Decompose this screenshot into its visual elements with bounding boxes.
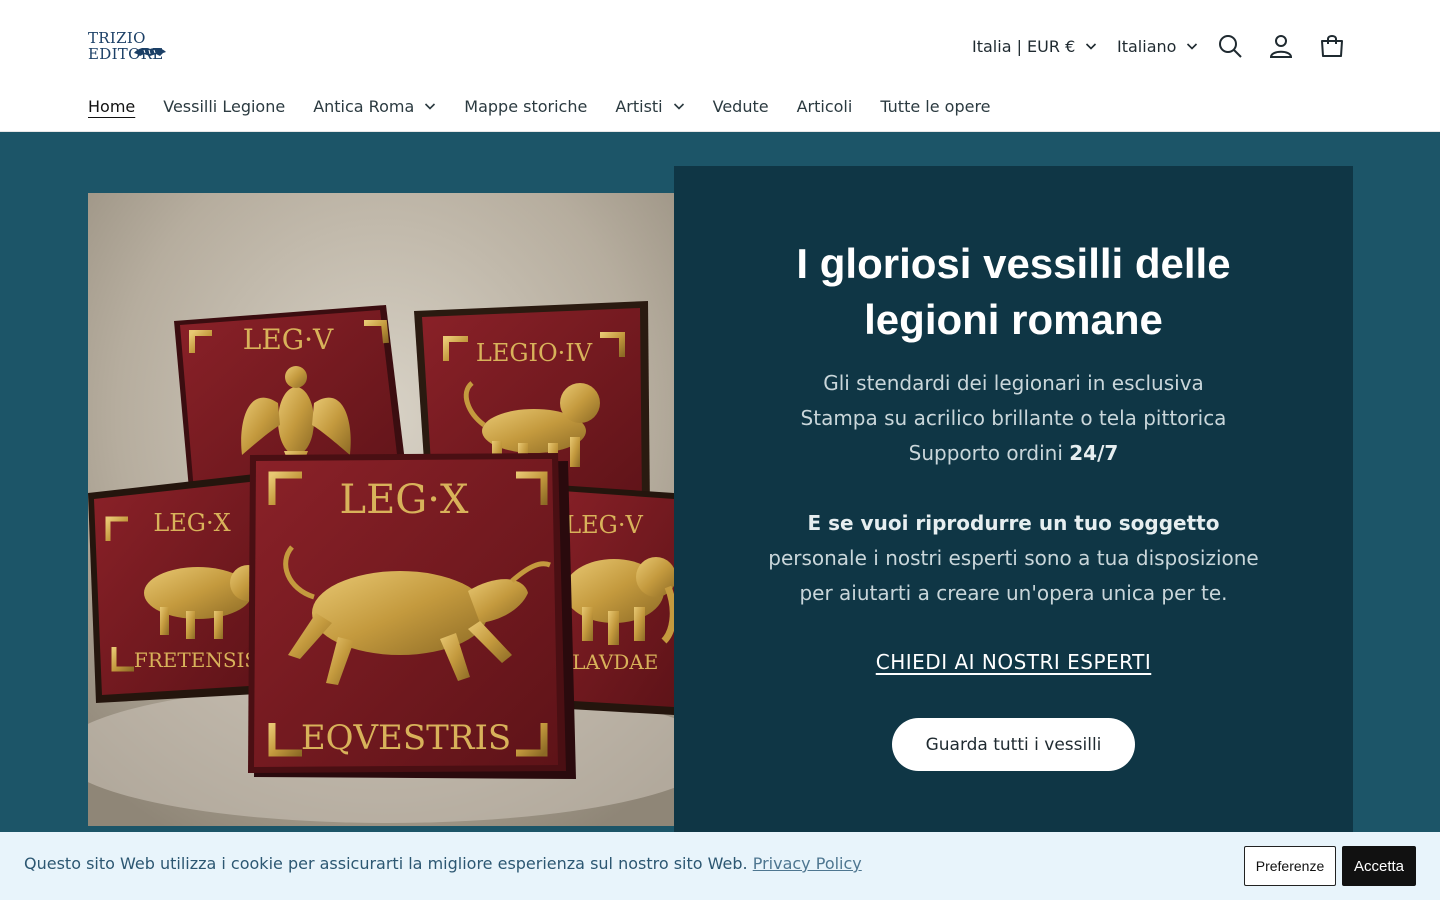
standard-leg-v-eagle-label: LEG·V <box>243 323 334 356</box>
nav-item-mappe-storiche[interactable]: Mappe storiche <box>464 97 587 116</box>
nav-item-label: Tutte le opere <box>880 96 991 116</box>
standard-leg-x-fretensis-label-bottom: FRETENSIS <box>134 648 258 672</box>
nav-item-tutte-le-opere[interactable]: Tutte le opere <box>880 97 990 116</box>
hero-line-custom-subject: E se vuoi riprodurre un tuo soggetto <box>714 506 1313 541</box>
hero-title-line-2: legioni romane <box>864 296 1163 343</box>
cookie-message-text: Questo sito Web utilizza i cookie per as… <box>24 854 748 873</box>
hero-line-custom-subject-bold: E se vuoi riprodurre un tuo soggetto <box>807 511 1220 535</box>
view-all-standards-button[interactable]: Guarda tutti i vessilli <box>892 718 1135 771</box>
cookie-banner: Questo sito Web utilizza i cookie per as… <box>0 832 1440 900</box>
standard-leg-v-alaudae-label-top: LEG·V <box>565 511 643 539</box>
hero-line-experts: personale i nostri esperti sono a tua di… <box>768 546 1259 570</box>
nav-item-vedute[interactable]: Vedute <box>713 97 769 116</box>
language-label: Italiano <box>1117 36 1177 56</box>
hero-line-unique-work: per aiutarti a creare un'opera unica per… <box>799 581 1228 605</box>
country-currency-label: Italia | EUR € <box>972 36 1076 56</box>
nav-item-label: Vessilli Legione <box>163 96 286 116</box>
hero-section: LEG·V LEGIO·IV LEG·X FRETENSIS LEG·V ALA… <box>0 132 1440 900</box>
nav-item-label: Artisti <box>615 96 663 116</box>
chevron-down-icon <box>425 103 436 110</box>
hero-description: Gli stendardi dei legionari in esclusiva… <box>714 366 1313 611</box>
hero-line-print: Stampa su acrilico brillante o tela pitt… <box>800 406 1227 430</box>
cookie-accept-button[interactable]: Accetta <box>1342 846 1416 886</box>
standard-leg-x-equestris-label-bottom: EQVESTRIS <box>301 718 511 758</box>
country-currency-selector[interactable]: Italia | EUR € <box>972 26 1097 66</box>
cart-icon <box>1321 35 1343 57</box>
hero-title-line-1: I gloriosi vessilli delle <box>796 240 1231 287</box>
logo-tiger-icon <box>134 48 166 56</box>
cart-button[interactable] <box>1312 26 1352 66</box>
ask-experts-link[interactable]: CHIEDI AI NOSTRI ESPERTI <box>876 650 1152 674</box>
account-icon <box>1269 35 1293 58</box>
hero-line-exclusive: Gli stendardi dei legionari in esclusiva <box>823 371 1204 395</box>
nav-item-articoli[interactable]: Articoli <box>797 97 853 116</box>
legion-standards-illustration: LEG·V LEGIO·IV LEG·X FRETENSIS LEG·V ALA… <box>88 193 674 826</box>
standard-leg-x-equestris-label-top: LEG·X <box>340 477 469 523</box>
standard-legio-iv-lion-label: LEGIO·IV <box>476 339 593 367</box>
cookie-message: Questo sito Web utilizza i cookie per as… <box>24 854 862 873</box>
standard-leg-x-equestris: LEG·X EQVESTRIS <box>248 453 576 779</box>
nav-item-antica-roma[interactable]: Antica Roma <box>313 97 436 116</box>
hero-line-support-prefix: Supporto ordini <box>908 441 1070 465</box>
standard-leg-x-fretensis-label-top: LEG·X <box>153 509 230 537</box>
site-header: TRIZIO EDITORE Italia | EUR € Italiano H… <box>0 0 1440 132</box>
chevron-down-icon <box>1187 43 1198 50</box>
account-button[interactable] <box>1261 26 1301 66</box>
nav-item-label: Home <box>88 96 136 116</box>
chevron-down-icon <box>673 103 684 110</box>
hero-spacer <box>714 471 1313 506</box>
nav-item-label: Articoli <box>796 96 853 116</box>
nav-item-vessilli-legione[interactable]: Vessilli Legione <box>163 97 285 116</box>
hero-line-support: Supporto ordini 24/7 <box>714 436 1313 471</box>
ask-experts-link-wrapper: CHIEDI AI NOSTRI ESPERTI <box>714 650 1313 674</box>
standard-leg-x-fretensis: LEG·X FRETENSIS <box>88 473 274 703</box>
nav-item-label: Mappe storiche <box>464 96 588 116</box>
language-selector[interactable]: Italiano <box>1117 26 1198 66</box>
chevron-down-icon <box>1086 43 1097 50</box>
brand-logo[interactable]: TRIZIO EDITORE <box>88 30 210 62</box>
cookie-preferences-button[interactable]: Preferenze <box>1244 846 1336 886</box>
nav-item-artisti[interactable]: Artisti <box>615 97 684 116</box>
search-button[interactable] <box>1210 26 1250 66</box>
search-icon <box>1219 35 1242 58</box>
hero-image: LEG·V LEGIO·IV LEG·X FRETENSIS LEG·V ALA… <box>88 193 674 826</box>
nav-item-label: Vedute <box>712 96 769 116</box>
nav-item-label: Antica Roma <box>313 96 415 116</box>
privacy-policy-link[interactable]: Privacy Policy <box>753 854 862 873</box>
hero-content-panel: I gloriosi vessilli delle legioni romane… <box>674 166 1353 866</box>
hero-line-support-hours: 24/7 <box>1069 441 1119 465</box>
main-navigation: Home Vessilli Legione Antica Roma Mappe … <box>88 92 1019 120</box>
nav-item-home[interactable]: Home <box>88 97 135 116</box>
hero-title: I gloriosi vessilli delle legioni romane <box>714 236 1313 348</box>
